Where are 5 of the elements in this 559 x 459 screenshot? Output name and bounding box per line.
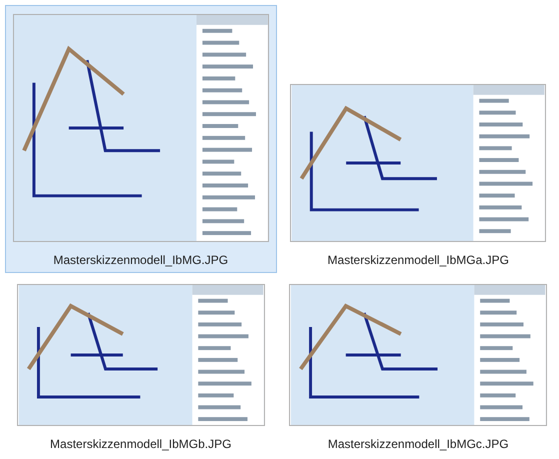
file-item[interactable]: Masterskizzenmodell_IbMG.JPG — [5, 5, 276, 273]
file-name: Masterskizzenmodell_IbMGa.JPG — [328, 252, 509, 269]
file-name: Masterskizzenmodell_IbMGb.JPG — [50, 436, 232, 453]
file-name: Masterskizzenmodell_IbMGc.JPG — [328, 436, 509, 453]
file-name: Masterskizzenmodell_IbMG.JPG — [53, 252, 228, 269]
